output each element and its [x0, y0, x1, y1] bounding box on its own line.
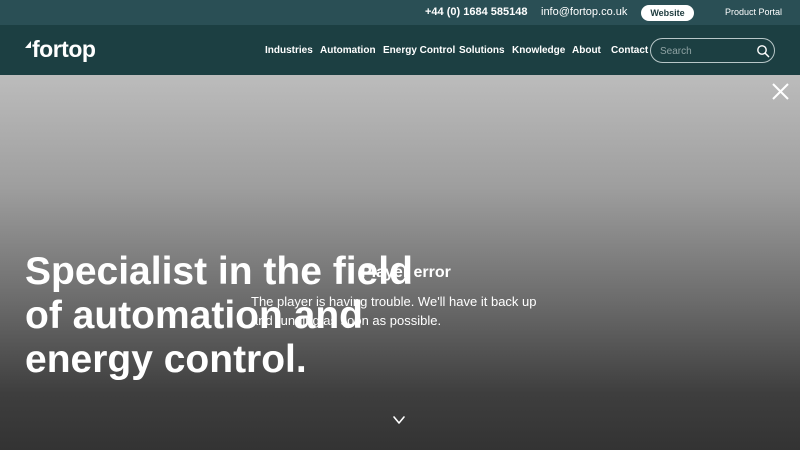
- nav-energy-control[interactable]: Energy Control: [383, 45, 455, 56]
- product-portal-link[interactable]: Product Portal: [725, 7, 782, 17]
- player-error-title: Player error: [361, 264, 451, 281]
- nav-solutions[interactable]: Solutions: [459, 45, 505, 56]
- top-bar: +44 (0) 1684 585148 info@fortop.co.uk We…: [0, 0, 800, 25]
- headline-line-3: energy control.: [25, 338, 307, 381]
- main-navbar: fortop Industries Automation Energy Cont…: [0, 25, 800, 75]
- search-icon[interactable]: [756, 44, 770, 58]
- search-input[interactable]: [660, 44, 750, 58]
- chevron-down-icon[interactable]: [392, 415, 406, 425]
- search-box: [650, 38, 775, 63]
- nav-knowledge[interactable]: Knowledge: [512, 45, 565, 56]
- nav-contact[interactable]: Contact: [611, 45, 648, 56]
- nav-automation[interactable]: Automation: [320, 45, 376, 56]
- nav-industries[interactable]: Industries: [265, 45, 313, 56]
- logo-mark-icon: [25, 41, 31, 48]
- email-link[interactable]: info@fortop.co.uk: [541, 6, 627, 18]
- website-button[interactable]: Website: [641, 5, 694, 21]
- player-error-message: The player is having trouble. We'll have…: [251, 294, 537, 328]
- logo-text: fortop: [32, 36, 96, 62]
- fortop-logo[interactable]: fortop: [25, 36, 96, 62]
- close-icon[interactable]: [772, 83, 789, 100]
- nav-about[interactable]: About: [572, 45, 601, 56]
- headline-line-1: Specialist in the field: [25, 250, 413, 293]
- phone-link[interactable]: +44 (0) 1684 585148: [425, 6, 527, 18]
